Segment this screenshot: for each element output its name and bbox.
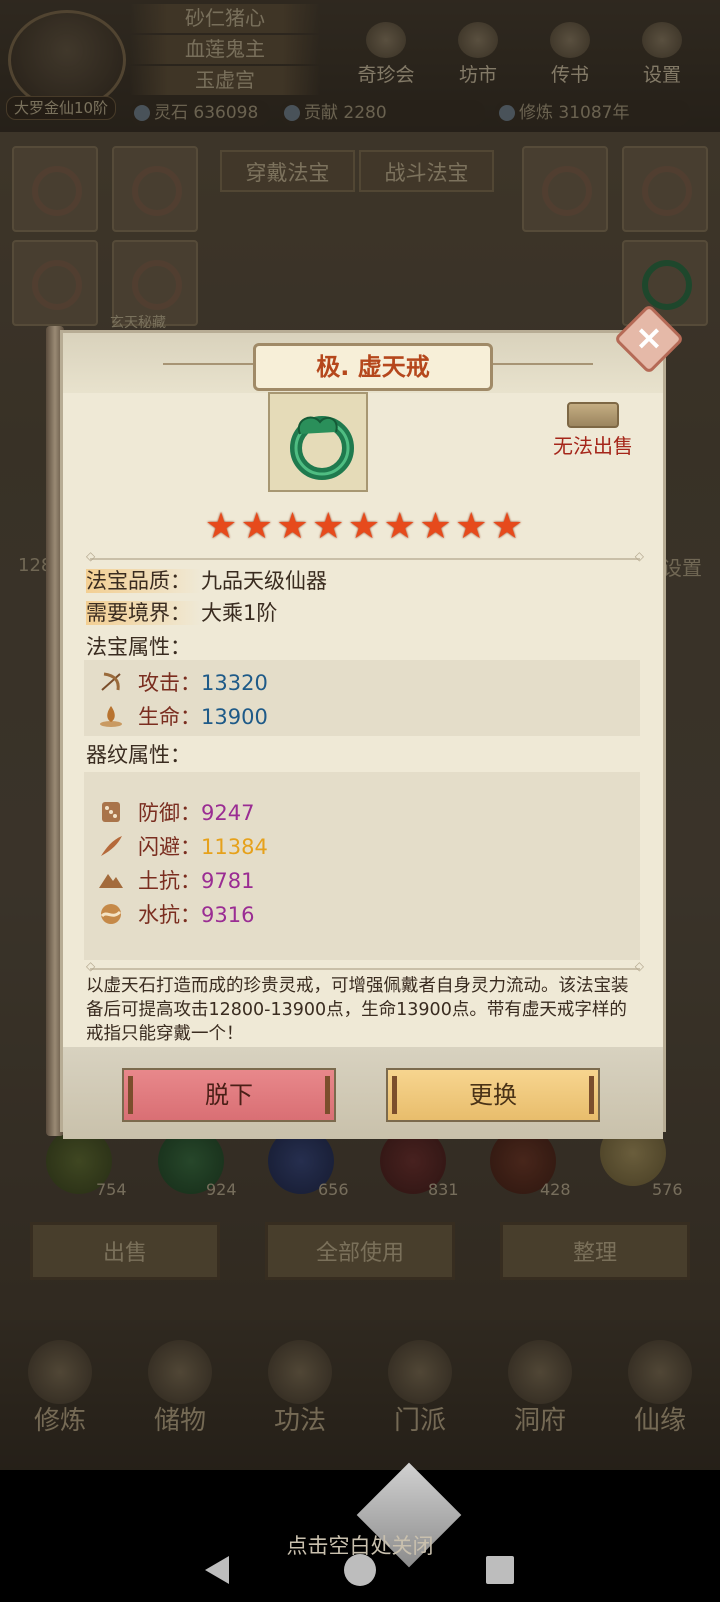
divider xyxy=(86,959,644,973)
realm-row: 需要境界： 大乘1阶 xyxy=(86,598,277,628)
star-icon: ★ xyxy=(347,506,381,547)
pattern-header: 器纹属性： xyxy=(86,743,191,767)
item-title: 极. 虚天戒 xyxy=(253,343,493,391)
realm-value: 大乘1阶 xyxy=(201,601,278,625)
pattern-label: 水抗： xyxy=(138,903,201,927)
pattern-value: 9781 xyxy=(201,869,255,893)
pattern-value: 9247 xyxy=(201,801,255,825)
star-icon: ★ xyxy=(240,506,273,547)
pattern-label: 防御： xyxy=(138,801,201,825)
chest-icon xyxy=(567,402,619,428)
divider xyxy=(86,549,644,563)
close-icon: × xyxy=(634,318,664,358)
mountain-icon xyxy=(98,868,124,892)
bow-icon xyxy=(98,670,124,694)
star-icon: ★ xyxy=(204,506,238,547)
realm-label: 需要境界： xyxy=(86,601,201,625)
attr-attack: 攻击：13320 xyxy=(98,668,268,698)
pattern-earth-resist: 土抗：9781 xyxy=(98,866,254,896)
feather-icon xyxy=(98,834,124,858)
no-sell-tag: 无法出售 xyxy=(548,402,638,459)
attr-value: 13900 xyxy=(201,705,268,729)
jade-ring-icon xyxy=(290,416,354,480)
pattern-label: 土抗： xyxy=(138,869,201,893)
pattern-value: 9316 xyxy=(201,903,255,927)
dice-icon xyxy=(98,800,124,824)
attr-header: 法宝属性： xyxy=(86,635,191,659)
flame-icon xyxy=(98,704,124,728)
attr-life: 生命：13900 xyxy=(98,702,268,732)
star-rating: ★ ★ ★ ★ ★ ★ ★ ★ ★ xyxy=(204,506,524,547)
quality-label: 法宝品质： xyxy=(86,569,201,593)
home-icon[interactable] xyxy=(344,1554,376,1586)
attr-label: 生命： xyxy=(138,705,201,729)
star-icon: ★ xyxy=(455,506,488,547)
attr-label: 攻击： xyxy=(138,671,201,695)
recent-apps-icon[interactable] xyxy=(486,1556,514,1584)
quality-row: 法宝品质： 九品天级仙器 xyxy=(86,566,327,596)
pattern-dodge: 闪避：11384 xyxy=(98,832,268,862)
wave-icon xyxy=(98,902,124,926)
star-icon: ★ xyxy=(312,506,345,547)
replace-button[interactable]: 更换 xyxy=(386,1068,600,1122)
pattern-defense: 防御：9247 xyxy=(98,798,254,828)
remove-button[interactable]: 脱下 xyxy=(122,1068,336,1122)
star-icon: ★ xyxy=(419,506,452,547)
back-icon[interactable] xyxy=(205,1556,229,1584)
attr-value: 13320 xyxy=(201,671,268,695)
star-icon: ★ xyxy=(383,506,416,547)
pattern-value: 11384 xyxy=(201,835,268,859)
pattern-water-resist: 水抗：9316 xyxy=(98,900,254,930)
quality-value: 九品天级仙器 xyxy=(201,569,327,593)
item-icon-frame xyxy=(268,392,368,492)
no-sell-label: 无法出售 xyxy=(553,434,633,458)
star-icon: ★ xyxy=(276,506,309,547)
item-description: 以虚天石打造而成的珍贵灵戒，可增强佩戴者自身灵力流动。该法宝装备后可提高攻击12… xyxy=(86,976,629,1044)
star-icon: ★ xyxy=(490,506,524,547)
pattern-label: 闪避： xyxy=(138,835,201,859)
